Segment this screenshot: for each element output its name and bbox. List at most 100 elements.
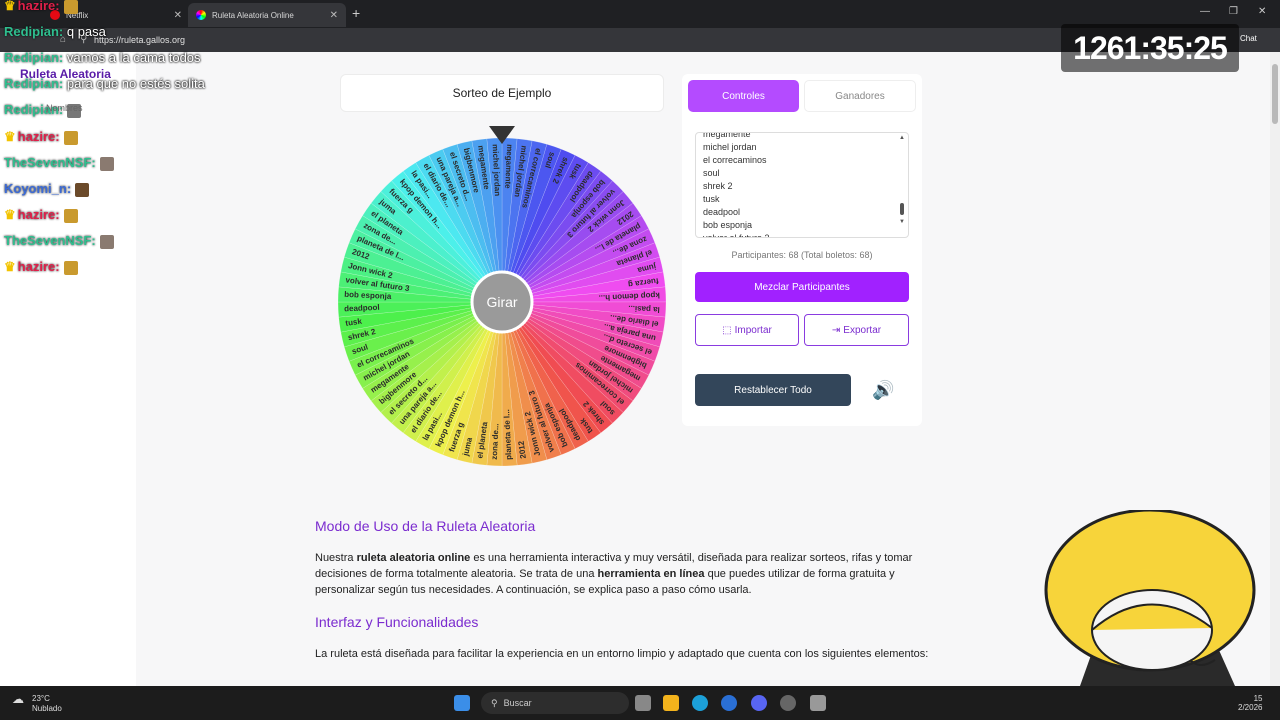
- new-tab-icon[interactable]: +: [352, 5, 360, 21]
- import-button[interactable]: ⬚ Importar: [695, 314, 799, 346]
- weather-widget[interactable]: ☁ 23°C Nublado: [12, 692, 62, 714]
- chat-username: TheSevenNSF:: [4, 155, 96, 170]
- participant-item: michel jordan: [703, 142, 757, 152]
- chat-username: hazire:: [17, 0, 60, 13]
- ccleaner-icon[interactable]: [721, 695, 737, 711]
- edge-icon[interactable]: [692, 695, 708, 711]
- speaker-icon[interactable]: 🔊: [872, 380, 894, 401]
- chat-username: Redipian:: [4, 50, 64, 65]
- interface-paragraph: La ruleta está diseñada para facilitar l…: [315, 648, 929, 660]
- ruleta-favicon-icon: [196, 10, 206, 20]
- participant-item: soul: [703, 168, 720, 178]
- chat-username: Koyomi_n:: [4, 181, 72, 196]
- chat-username: TheSevenNSF:: [4, 233, 96, 248]
- controls-panel: Controles Ganadores megamente michel jord…: [682, 74, 922, 426]
- shuffle-button[interactable]: Mezclar Participantes: [695, 272, 909, 302]
- close-icon[interactable]: ✕: [330, 10, 338, 21]
- minimize-icon[interactable]: —: [1200, 6, 1210, 17]
- emote-icon: [99, 156, 114, 171]
- discord-icon[interactable]: [751, 695, 767, 711]
- windows-start-icon[interactable]: [454, 695, 470, 711]
- clock-date: 2/2026: [1238, 703, 1263, 712]
- import-icon: ⬚: [722, 324, 732, 336]
- crown-icon: ♛: [4, 0, 16, 13]
- chat-message: ♛ hazire:: [4, 207, 78, 223]
- emote-icon: [75, 182, 90, 197]
- tab-title: Ruleta Aleatoria Online: [212, 10, 294, 20]
- chat-message: Redipian: vamos a la cama todos: [4, 50, 201, 65]
- wheel-pointer: [489, 126, 515, 144]
- search-icon: ⚲: [491, 697, 498, 708]
- chat-message: ♛ hazire:: [4, 259, 78, 275]
- participant-item: deadpool: [703, 207, 741, 217]
- usage-paragraph: Nuestra ruleta aleatoria online es una h…: [315, 552, 913, 596]
- url-field[interactable]: https://ruleta.gallos.org: [94, 35, 185, 45]
- left-panel: [0, 52, 136, 686]
- chat-text: q pasa: [66, 24, 106, 39]
- chat-username: hazire:: [17, 259, 60, 274]
- roulette-wheel[interactable]: megamentemichel jordanel correcaminos sou…: [336, 136, 668, 468]
- wheel-label: la pasi...: [628, 304, 660, 314]
- chat-message: ♛ hazire:: [4, 129, 78, 145]
- import-label: Importar: [734, 324, 772, 336]
- wheel-label: deadpool: [344, 303, 380, 314]
- chat-username: Redipian:: [4, 24, 64, 39]
- emote-icon: [63, 208, 78, 223]
- article: Modo de Uso de la Ruleta Aleatoria Nuest…: [315, 518, 930, 678]
- emote-icon: [99, 234, 114, 249]
- restore-icon[interactable]: ❐: [1229, 6, 1238, 17]
- crown-icon: ♛: [4, 129, 16, 144]
- export-icon: ⇥: [831, 324, 841, 336]
- participants-count: Participantes: 68 (Total boletos: 68): [731, 250, 873, 260]
- vtuber-avatar: [1044, 510, 1256, 686]
- emote-icon: [63, 130, 78, 145]
- usage-heading: Modo de Uso de la Ruleta Aleatoria: [315, 518, 536, 534]
- page-scrollbar[interactable]: [1270, 52, 1280, 686]
- interface-heading: Interfaz y Funcionalidades: [315, 614, 479, 630]
- participant-item: megamente: [703, 132, 751, 139]
- tab-controls[interactable]: Controles: [688, 80, 799, 112]
- export-label: Exportar: [843, 324, 882, 336]
- participant-item: el correcaminos: [703, 155, 767, 165]
- participant-item: volver al futuro 3: [703, 233, 770, 238]
- wheel-label: zona de...: [490, 423, 501, 460]
- participant-item: tusk: [703, 194, 720, 204]
- settings-icon[interactable]: [810, 695, 826, 711]
- close-icon[interactable]: ✕: [174, 10, 182, 21]
- chat-message: TheSevenNSF:: [4, 233, 114, 249]
- chat-username: hazire:: [17, 207, 60, 222]
- list-scrollbar[interactable]: ▲ ▼: [898, 135, 906, 235]
- reset-button[interactable]: Restablecer Todo: [695, 374, 851, 406]
- clock-time: 15: [1253, 694, 1263, 703]
- participants-textarea[interactable]: megamente michel jordan el correcaminos sou…: [695, 132, 909, 238]
- task-view-icon[interactable]: [635, 695, 651, 711]
- overlay-page-label: Ruleta Aleatoria: [20, 67, 111, 81]
- cloud-icon: ☁: [12, 692, 24, 706]
- emote-icon: [63, 0, 78, 14]
- emote-icon: [63, 260, 78, 275]
- close-window-icon[interactable]: ✕: [1258, 6, 1266, 17]
- chat-message: Redipian: q pasa: [4, 24, 106, 39]
- chat-text: vamos a la cama todos: [66, 50, 201, 65]
- spin-label: Girar: [486, 294, 517, 310]
- search-label: Buscar: [503, 698, 532, 708]
- temperature: 23°C: [32, 694, 50, 703]
- export-button[interactable]: ⇥ Exportar: [804, 314, 909, 346]
- tab-winners[interactable]: Ganadores: [804, 80, 916, 112]
- overlay-stray-label: Nombres: [46, 103, 83, 113]
- stream-timer: 1261:35:25: [1061, 24, 1239, 72]
- taskbar: ☁ 23°C Nublado ⚲ Buscar 15 2/2026: [0, 686, 1280, 720]
- crown-icon: ♛: [4, 207, 16, 222]
- participant-item: bob esponja: [703, 220, 753, 230]
- file-explorer-icon[interactable]: [663, 695, 679, 711]
- obs-icon[interactable]: [780, 695, 796, 711]
- tab-ruleta[interactable]: Ruleta Aleatoria Online ✕: [188, 3, 346, 27]
- search-box[interactable]: ⚲ Buscar: [481, 692, 629, 714]
- clock: 15 2/2026: [1238, 694, 1262, 712]
- raffle-title[interactable]: Sorteo de Ejemplo: [340, 74, 664, 112]
- chat-username: hazire:: [17, 129, 60, 144]
- crown-icon: ♛: [4, 259, 16, 274]
- weather-text: Nublado: [32, 704, 62, 713]
- chat-message: TheSevenNSF:: [4, 155, 114, 171]
- participant-item: shrek 2: [703, 181, 733, 191]
